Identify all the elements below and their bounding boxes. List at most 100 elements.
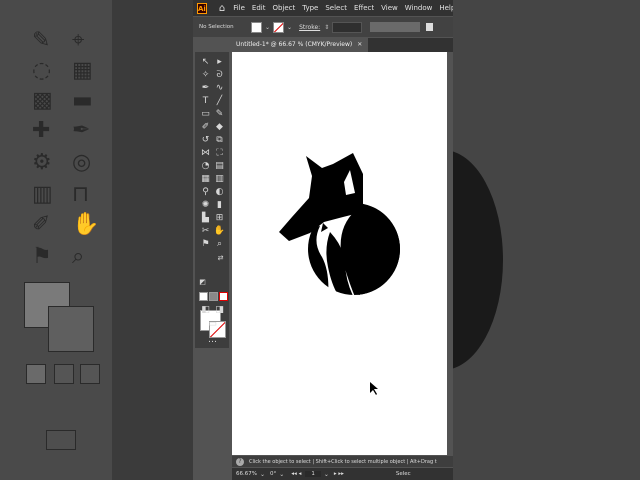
puppet-warp-icon[interactable]: ⚑ (199, 238, 212, 250)
ghost-tool-icon: ▥ (32, 182, 53, 207)
draw-normal-icon[interactable]: ◧ (199, 304, 212, 316)
fox-chest (340, 203, 400, 295)
stroke-color-swatch[interactable] (273, 21, 285, 33)
document-tab-bar: Untitled-1* @ 66.67 % (CMYK/Preview) ✕ (232, 38, 453, 52)
ghost-mode-swatch (26, 364, 46, 384)
tools-panel: ↖ ▸ ✧ ᘐ ✒ ∿ T ╱ ▭ ✎ ✐ ◆ ↺ ⧉ ⋈ ⛶ ◔ ▤ ▦ ▥ … (195, 52, 229, 348)
ghost-tool-icon: ◌ (32, 58, 52, 83)
menu-help[interactable]: Help (439, 4, 453, 12)
control-bar: No Selection ⌄ ⌄ Stroke: ⇕ (193, 17, 453, 37)
ghost-tool-icon: ⚙ (32, 150, 52, 175)
app-logo: Ai (197, 2, 207, 14)
artboard-next-icon[interactable]: ▸ ▸▸ (334, 471, 344, 477)
scale-tool-icon[interactable]: ⧉ (213, 134, 226, 146)
selection-status: No Selection (199, 24, 234, 30)
ghost-tool-icon: ✋ (72, 212, 100, 237)
ghost-tool-icon: ✎ (32, 28, 51, 53)
canvas-area[interactable] (232, 52, 453, 456)
stroke-weight-field[interactable] (332, 21, 363, 33)
menu-object[interactable]: Object (272, 4, 295, 12)
help-icon[interactable]: ? (236, 457, 244, 466)
chevron-down-icon[interactable]: ⌄ (260, 471, 265, 478)
default-colors-icon[interactable]: ◩ (196, 276, 209, 288)
zoom-level[interactable]: 66.67% (236, 471, 257, 477)
ghost-tool-icon: ⌖ (72, 28, 85, 53)
artboard[interactable] (232, 52, 447, 455)
chevron-down-icon[interactable]: ⌄ (279, 471, 284, 478)
stepper-icon[interactable]: ⇕ (324, 24, 329, 31)
column-graph-icon[interactable]: ▮ (213, 199, 226, 211)
navigation-bar: 66.67% ⌄ 0° ⌄ ◂◂ ◂ 1 ⌄ ▸ ▸▸ Selec (232, 468, 453, 480)
slice-tool-icon[interactable]: ✂ (199, 225, 212, 237)
pen-tool-icon[interactable]: ✒ (199, 82, 212, 94)
tab-document[interactable]: Untitled-1* @ 66.67 % (CMYK/Preview) ✕ (232, 38, 369, 52)
fox-logo-artwork[interactable] (232, 52, 447, 455)
graph-tool-icon[interactable]: ▙ (199, 212, 212, 224)
menu-select[interactable]: Select (325, 4, 347, 12)
chevron-down-icon[interactable]: ⌄ (324, 471, 329, 478)
menu-view[interactable]: View (381, 4, 398, 12)
chevron-down-icon[interactable]: ⌄ (265, 24, 270, 31)
chevron-down-icon[interactable]: ⌄ (287, 24, 292, 31)
artboard-number[interactable]: 1 (305, 471, 321, 477)
mesh-tool-icon[interactable]: ▦ (199, 173, 212, 185)
status-right-label[interactable]: Selec (396, 471, 411, 477)
menu-type[interactable]: Type (302, 4, 318, 12)
ghost-tool-icon: ▦ (72, 58, 93, 83)
ghost-tool-icon: ▩ (32, 88, 53, 113)
document-icon[interactable] (426, 23, 434, 31)
hand-tool-icon[interactable]: ✋ (213, 225, 226, 237)
zoom-tool-icon[interactable]: ⌕ (213, 238, 226, 250)
ghost-tool-icon: ✐ (32, 212, 51, 237)
direct-selection-tool-icon[interactable]: ▸ (213, 56, 226, 68)
ghost-stroke-swatch (48, 306, 94, 352)
background-right-panel (453, 0, 640, 480)
home-icon[interactable]: ⌂ (219, 3, 225, 14)
menu-window[interactable]: Window (405, 4, 433, 12)
free-transform-icon[interactable]: ⛶ (213, 147, 226, 159)
close-icon[interactable]: ✕ (357, 41, 362, 48)
illustrator-window: Ai ⌂ File Edit Object Type Select Effect… (193, 0, 453, 480)
more-tools-icon[interactable]: … (206, 334, 219, 346)
none-mode-icon[interactable] (219, 292, 228, 301)
status-hint: Click the object to select | Shift+Click… (249, 458, 437, 465)
selection-tool-icon[interactable]: ↖ (199, 56, 212, 68)
blend-tool-icon[interactable]: ◐ (213, 186, 226, 198)
rotation-angle[interactable]: 0° (270, 471, 276, 477)
fox-lower-left (308, 226, 329, 295)
screen-mode-icon[interactable]: ▭ (206, 318, 219, 330)
menu-edit[interactable]: Edit (252, 4, 266, 12)
shaper-tool-icon[interactable]: ✐ (199, 121, 212, 133)
curvature-tool-icon[interactable]: ∿ (213, 82, 226, 94)
rotate-tool-icon[interactable]: ↺ (199, 134, 212, 146)
artboard-tool-icon[interactable]: ⊞ (213, 212, 226, 224)
perspective-grid-icon[interactable]: ▤ (213, 160, 226, 172)
eyedropper-icon[interactable]: ⚲ (199, 186, 212, 198)
fill-color-swatch[interactable] (251, 21, 262, 33)
shape-builder-icon[interactable]: ◔ (199, 160, 212, 172)
ghost-mode-swatch (80, 364, 100, 384)
stroke-label[interactable]: Stroke: (299, 24, 320, 31)
artboard-prev-icon[interactable]: ◂◂ ◂ (291, 471, 301, 477)
swap-colors-icon[interactable]: ⇄ (214, 252, 227, 264)
width-tool-icon[interactable]: ⋈ (199, 147, 212, 159)
gradient-mode-icon[interactable] (209, 292, 218, 301)
type-tool-icon[interactable]: T (199, 95, 212, 107)
draw-inside-icon[interactable]: ◨ (213, 304, 226, 316)
style-field[interactable] (370, 22, 421, 32)
menu-file[interactable]: File (233, 4, 245, 12)
paintbrush-icon[interactable]: ✎ (213, 108, 226, 120)
eraser-icon[interactable]: ◆ (213, 121, 226, 133)
background-left-strip (0, 0, 112, 480)
gradient-tool-icon[interactable]: ▥ (213, 173, 226, 185)
ghost-tool-icon: ✚ (32, 118, 51, 143)
symbol-sprayer-icon[interactable]: ✺ (199, 199, 212, 211)
tab-title: Untitled-1* @ 66.67 % (CMYK/Preview) (236, 41, 353, 48)
menu-effect[interactable]: Effect (354, 4, 374, 12)
lasso-icon[interactable]: ᘐ (213, 69, 226, 81)
color-mode-icon[interactable] (199, 292, 208, 301)
mouse-cursor-icon (370, 382, 378, 395)
magic-wand-icon[interactable]: ✧ (199, 69, 212, 81)
rectangle-tool-icon[interactable]: ▭ (199, 108, 212, 120)
line-tool-icon[interactable]: ╱ (213, 95, 226, 107)
